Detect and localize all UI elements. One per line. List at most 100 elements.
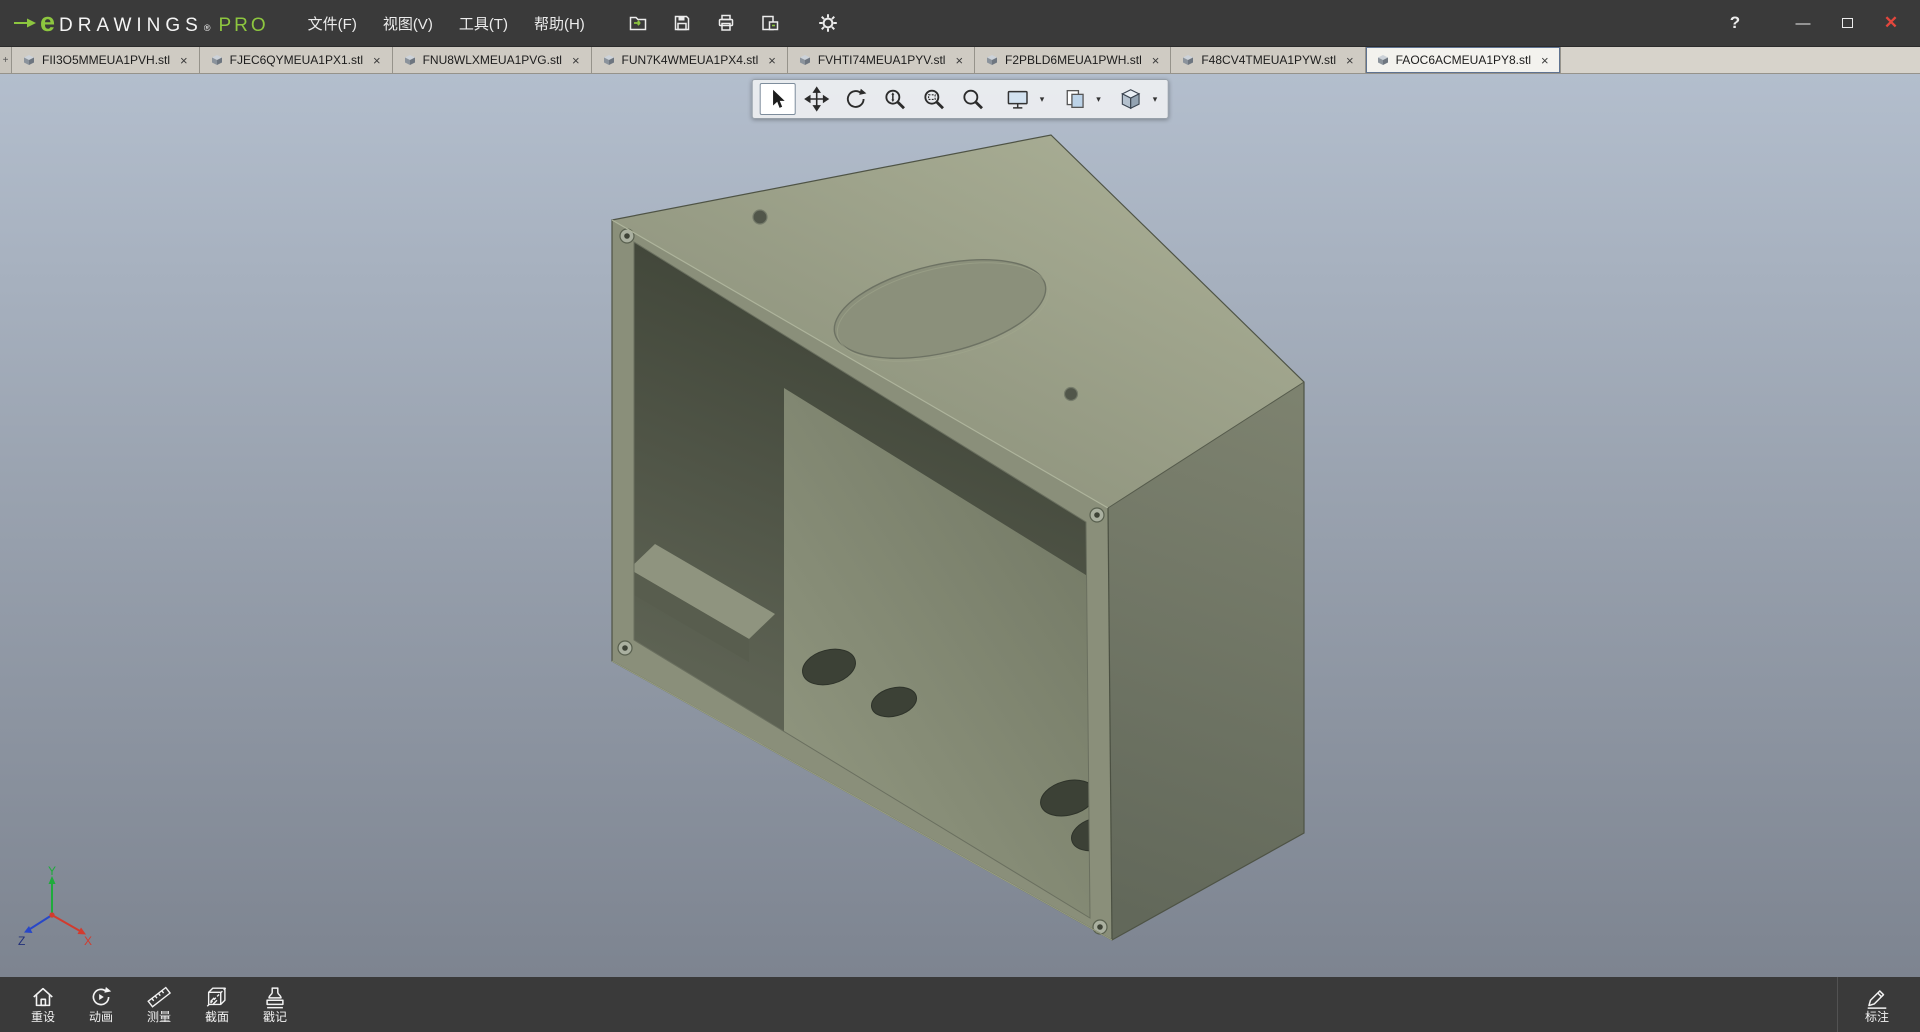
- triad-y-label: Y: [48, 865, 56, 878]
- quick-toolbar: [620, 6, 846, 40]
- tab-label: FUN7K4WMEUA1PX4.stl: [622, 53, 759, 67]
- zoom-in-out-icon: [882, 86, 908, 112]
- menu-view[interactable]: 视图(V): [370, 0, 446, 46]
- tool-label: 重设: [31, 1011, 55, 1024]
- part-icon: [1182, 54, 1194, 66]
- save-icon: [671, 13, 693, 33]
- select-tool[interactable]: [760, 83, 796, 115]
- tool-label: 戳记: [263, 1011, 287, 1024]
- tab-label: FJEC6QYMEUA1PX1.stl: [230, 53, 363, 67]
- open-button[interactable]: [620, 6, 656, 40]
- maximize-button[interactable]: [1828, 6, 1866, 40]
- document-tab-7[interactable]: F48CV4TMEUA1PYW.stl ×: [1171, 47, 1365, 73]
- top-hole-1: [753, 210, 767, 224]
- save-button[interactable]: [664, 6, 700, 40]
- document-tab-6[interactable]: F2PBLD6MEUA1PWH.stl ×: [975, 47, 1171, 73]
- part-icon: [1377, 54, 1389, 66]
- logo-pro: PRO: [218, 15, 268, 37]
- model-canvas[interactable]: [0, 74, 1920, 977]
- select-arrow-icon: [765, 86, 791, 112]
- section-icon: [204, 984, 230, 1010]
- tab-close-icon[interactable]: ×: [1346, 54, 1354, 67]
- animate-tool[interactable]: 动画: [72, 977, 130, 1032]
- tab-label: FII3O5MMEUA1PVH.stl: [42, 53, 170, 67]
- chevron-down-icon[interactable]: ▾: [1037, 94, 1048, 105]
- document-tab-4[interactable]: FUN7K4WMEUA1PX4.stl ×: [592, 47, 788, 73]
- options-button[interactable]: [810, 6, 846, 40]
- document-tab-5[interactable]: FVHTI74MEUA1PYV.stl ×: [788, 47, 975, 73]
- 3d-viewport[interactable]: ▾ ▾ ▾: [0, 74, 1920, 977]
- standard-views-group: ▾: [1113, 83, 1161, 115]
- zoom-tool[interactable]: [877, 83, 913, 115]
- zoom-fit-icon: [960, 86, 986, 112]
- document-tab-8-active[interactable]: FAOC6ACMEUA1PY8.stl ×: [1366, 47, 1561, 73]
- part-icon: [211, 54, 223, 66]
- part-icon: [986, 54, 998, 66]
- zoom-area-tool[interactable]: [916, 83, 952, 115]
- edrawings-window: e DRAWINGS ® PRO 文件(F) 视图(V) 工具(T) 帮助(H): [0, 0, 1920, 1032]
- zoom-area-icon: [921, 86, 947, 112]
- menu-tools[interactable]: 工具(T): [446, 0, 521, 46]
- open-icon: [627, 13, 649, 33]
- measure-icon: [146, 984, 172, 1010]
- view-orientation-dropdown[interactable]: [1000, 83, 1036, 115]
- main-menu: 文件(F) 视图(V) 工具(T) 帮助(H): [295, 0, 598, 46]
- tab-label: F2PBLD6MEUA1PWH.stl: [1005, 53, 1142, 67]
- tab-close-icon[interactable]: ×: [768, 54, 776, 67]
- measure-tool[interactable]: 测量: [130, 977, 188, 1032]
- part-icon: [23, 54, 35, 66]
- document-tab-3[interactable]: FNU8WLXMEUA1PVG.stl ×: [393, 47, 592, 73]
- view-toolbar: ▾ ▾ ▾: [752, 79, 1169, 119]
- tab-overflow-stub[interactable]: +: [0, 47, 12, 73]
- menu-help[interactable]: 帮助(H): [521, 0, 598, 46]
- logo-name: DRAWINGS: [59, 15, 203, 37]
- section-tool[interactable]: 截面: [188, 977, 246, 1032]
- tab-close-icon[interactable]: ×: [1152, 54, 1160, 67]
- tab-close-icon[interactable]: ×: [955, 54, 963, 67]
- tool-label: 截面: [205, 1011, 229, 1024]
- markup-zone: 标注: [1837, 977, 1906, 1032]
- tab-label: FNU8WLXMEUA1PVG.stl: [423, 53, 562, 67]
- menu-file[interactable]: 文件(F): [295, 0, 370, 46]
- display-style-dropdown[interactable]: [1056, 83, 1092, 115]
- rotate-tool[interactable]: [838, 83, 874, 115]
- app-logo: e DRAWINGS ® PRO: [14, 9, 269, 37]
- bottom-toolbar: 重设 动画 测量: [0, 977, 1920, 1032]
- publish-button[interactable]: [752, 6, 788, 40]
- home-icon: [30, 984, 56, 1010]
- print-icon: [715, 13, 737, 33]
- logo-reg: ®: [204, 23, 211, 33]
- tool-label: 测量: [147, 1011, 171, 1024]
- help-button[interactable]: ?: [1718, 6, 1752, 40]
- standard-views-dropdown[interactable]: [1113, 83, 1149, 115]
- tab-close-icon[interactable]: ×: [373, 54, 381, 67]
- markup-tool[interactable]: 标注: [1848, 977, 1906, 1032]
- chevron-down-icon[interactable]: ▾: [1093, 94, 1104, 105]
- window-maximize-icon: [1842, 18, 1853, 28]
- chevron-down-icon[interactable]: ▾: [1150, 94, 1161, 105]
- zoom-fit-tool[interactable]: [955, 83, 991, 115]
- document-tab-2[interactable]: FJEC6QYMEUA1PX1.stl ×: [200, 47, 393, 73]
- tab-close-icon[interactable]: ×: [180, 54, 188, 67]
- menu-bar: e DRAWINGS ® PRO 文件(F) 视图(V) 工具(T) 帮助(H): [0, 0, 1920, 47]
- minimize-button[interactable]: —: [1784, 6, 1822, 40]
- tab-close-icon[interactable]: ×: [1541, 54, 1549, 67]
- part-icon: [603, 54, 615, 66]
- close-button[interactable]: ✕: [1872, 6, 1910, 40]
- tab-label: FAOC6ACMEUA1PY8.stl: [1396, 53, 1531, 67]
- pan-tool[interactable]: [799, 83, 835, 115]
- tool-label: 动画: [89, 1011, 113, 1024]
- options-gear-icon: [817, 12, 839, 34]
- stamp-icon: [262, 984, 288, 1010]
- print-button[interactable]: [708, 6, 744, 40]
- logo-arrow-icon: [14, 15, 38, 31]
- stamp-tool[interactable]: 戳记: [246, 977, 304, 1032]
- tab-label: FVHTI74MEUA1PYV.stl: [818, 53, 946, 67]
- tab-close-icon[interactable]: ×: [572, 54, 580, 67]
- reset-tool[interactable]: 重设: [14, 977, 72, 1032]
- logo-e: e: [40, 9, 55, 36]
- orientation-triad: Y X Z: [18, 865, 96, 949]
- document-tab-1[interactable]: FII3O5MMEUA1PVH.stl ×: [12, 47, 200, 73]
- animate-icon: [88, 984, 114, 1010]
- view-orientation-group: ▾: [1000, 83, 1048, 115]
